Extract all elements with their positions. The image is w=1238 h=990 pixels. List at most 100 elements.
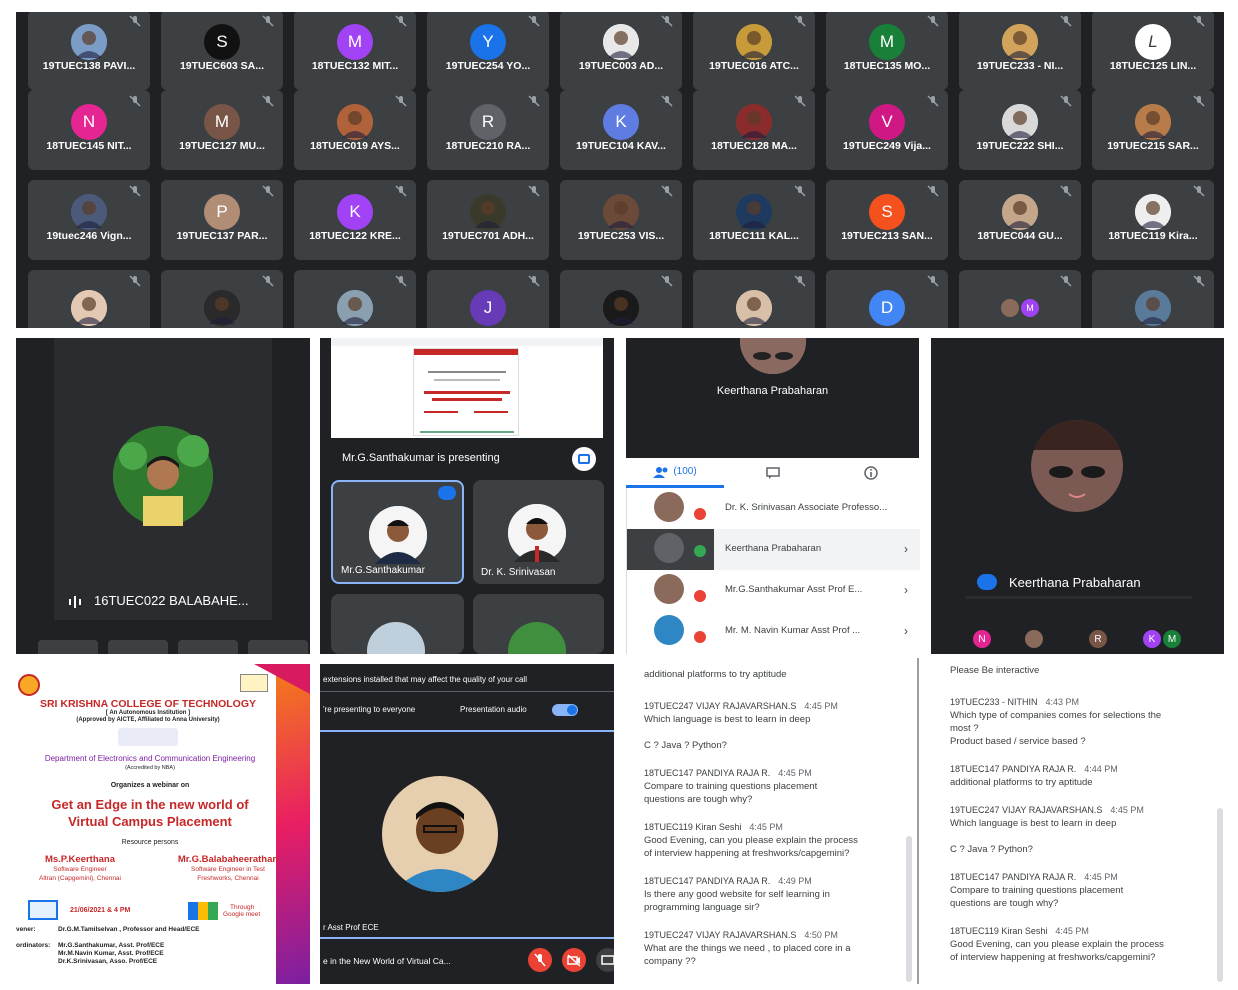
participant-tile[interactable]: V 19TUEC249 Vija...: [826, 90, 948, 170]
chevron-right-icon[interactable]: ›: [904, 542, 908, 556]
captions-icon: [601, 955, 614, 965]
chat-text: Which type of companies comes for select…: [950, 710, 1162, 721]
participant-tile[interactable]: M 18TUEC132 MIT...: [294, 12, 416, 90]
participant-tile[interactable]: 18TUEC119 Kira...: [1092, 180, 1214, 260]
participant-tile[interactable]: S 19TUEC213 SAN...: [826, 180, 948, 260]
participant-tile[interactable]: S 19TUEC603 SA...: [161, 12, 283, 90]
participant-tile[interactable]: M 18TUEC135 MO...: [826, 12, 948, 90]
participant-tile[interactable]: 18TUEC128 MA...: [693, 90, 815, 170]
tile-santhakumar[interactable]: Mr.G.Santhakumar: [331, 480, 464, 584]
participant-tile[interactable]: N 18TUEC145 NIT...: [28, 90, 150, 170]
participant-tile[interactable]: 18TUEC044 GU...: [959, 180, 1081, 260]
presentation-audio-toggle[interactable]: [552, 704, 578, 716]
chevron-right-icon[interactable]: ›: [904, 624, 908, 638]
info-tab[interactable]: [822, 458, 920, 488]
people-row[interactable]: Keerthana Prabaharan ›: [626, 529, 920, 570]
participant-tile[interactable]: 18TUEC019 AYS...: [294, 90, 416, 170]
warning-banner: extensions installed that may affect the…: [323, 675, 527, 684]
participant-name: 19TUEC213 SAN...: [841, 230, 933, 242]
chat-sender: 19TUEC247 VIJAY RAJAVARSHAN.S: [644, 701, 797, 711]
chat-message: 18TUEC147 PANDIYA RAJA R. 4:49 PM Is there…: [644, 875, 906, 914]
mic-off-button[interactable]: [528, 948, 552, 972]
people-row[interactable]: Mr. M. Navin Kumar Asst Prof ... ›: [626, 611, 920, 652]
mic-muted-icon: [527, 94, 541, 108]
people-tab[interactable]: (100): [626, 458, 724, 488]
mini-r: R: [1089, 630, 1107, 648]
participant-initial-avatar: S: [204, 24, 240, 60]
participant-tile[interactable]: 19TUEC253 VIS...: [560, 180, 682, 260]
participant-tile[interactable]: 19TUEC003 AD...: [560, 12, 682, 90]
participant-tile[interactable]: K 19TUEC104 KAV...: [560, 90, 682, 170]
mic-muted-icon: [128, 274, 142, 288]
participant-tile[interactable]: 18TUEC111 KAL...: [693, 180, 815, 260]
participant-tile[interactable]: L 18TUEC125 LIN...: [1092, 12, 1214, 90]
chat-text: Good Evening, can you please explain the…: [950, 939, 1164, 950]
chat-message: 18TUEC147 PANDIYA RAJA R. 4:44 PM addition…: [950, 763, 1216, 789]
mic-muted-icon: [793, 274, 807, 288]
chat-tab[interactable]: [724, 458, 822, 488]
participant-photo: [1002, 24, 1038, 60]
fullscreen-button[interactable]: [572, 447, 596, 471]
chat-time: 4:43 PM: [1045, 697, 1080, 707]
mic-muted-icon: [1059, 94, 1073, 108]
participant-initial-avatar: L: [1135, 24, 1171, 60]
through-google-meet: Google meet: [223, 911, 261, 918]
participant-tile[interactable]: 19TUEC016 ATC...: [693, 12, 815, 90]
participant-tile[interactable]: [1092, 270, 1214, 328]
chat2-scrollbar[interactable]: [1217, 808, 1223, 982]
participant-tile[interactable]: D: [826, 270, 948, 328]
participant-name: 19TUEC137 PAR...: [176, 230, 268, 242]
participant-tile[interactable]: [560, 270, 682, 328]
mic-muted-icon: [128, 184, 142, 198]
chat1-messages: 19TUEC247 VIJAY RAJAVARSHAN.S 4:45 PM Whic…: [644, 700, 906, 983]
mic-muted-icon: [128, 14, 142, 28]
chat-message-header: 18TUEC147 PANDIYA RAJA R. 4:45 PM: [644, 767, 906, 780]
people-row[interactable]: Dr. K. Srinivasan Associate Professo...: [626, 488, 920, 529]
mic-muted-icon: [1059, 274, 1073, 288]
camera-off-button[interactable]: [562, 948, 586, 972]
presenting-label: 're presenting to everyone: [323, 705, 416, 714]
participant-name: 19TUEC003 AD...: [578, 60, 664, 72]
participant-photo: [603, 194, 639, 230]
participant-initial-avatar: Y: [470, 24, 506, 60]
participant-tile[interactable]: 19TUEC222 SHI...: [959, 90, 1081, 170]
tile-bottom-right[interactable]: [473, 594, 604, 654]
participant-tile[interactable]: 19TUEC215 SAR...: [1092, 90, 1214, 170]
participant-tile[interactable]: P 19TUEC137 PAR...: [161, 180, 283, 260]
chat-text: questions are tough why?: [950, 898, 1059, 909]
captions-button[interactable]: [596, 948, 614, 972]
participant-tile[interactable]: J: [427, 270, 549, 328]
participant-tile[interactable]: R 18TUEC210 RA...: [427, 90, 549, 170]
participant-tile[interactable]: [28, 270, 150, 328]
chevron-right-icon[interactable]: ›: [904, 583, 908, 597]
mini-n: N: [973, 630, 991, 648]
participant-tile[interactable]: 19TUEC701 ADH...: [427, 180, 549, 260]
participant-tile[interactable]: [294, 270, 416, 328]
participant-tile[interactable]: 19TUEC138 PAVI...: [28, 12, 150, 90]
participant-tile[interactable]: M47 others: [959, 270, 1081, 328]
chat-sender: 19TUEC247 VIJAY RAJAVARSHAN.S: [950, 805, 1103, 815]
participant-tile[interactable]: K 18TUEC122 KRE...: [294, 180, 416, 260]
people-row[interactable]: Mr.G.Santhakumar Asst Prof E... ›: [626, 570, 920, 611]
tile-bottom-left[interactable]: [331, 594, 464, 654]
participant-initial-avatar: M: [337, 24, 373, 60]
participant-tile[interactable]: M 19TUEC127 MU...: [161, 90, 283, 170]
people-panel: Keerthana Prabaharan (100) Dr. K. Sriniv…: [626, 338, 920, 654]
keerthana-top-name: Keerthana Prabaharan: [716, 385, 829, 397]
chat1-scrollbar[interactable]: [906, 836, 912, 982]
presenting-banner: Mr.G.Santhakumar is presenting: [342, 452, 500, 464]
participant-name: 19TUEC127 MU...: [179, 140, 265, 152]
speaker-avatar: [113, 426, 213, 526]
participant-photo: [71, 24, 107, 60]
participant-tile[interactable]: [693, 270, 815, 328]
tile-srinivasan[interactable]: Dr. K. Srinivasan: [473, 480, 604, 584]
participant-tile[interactable]: Y 19TUEC254 YO...: [427, 12, 549, 90]
participant-tile[interactable]: 19TUEC233 - NI...: [959, 12, 1081, 90]
participant-photo: [603, 290, 639, 326]
mic-muted-icon: [394, 274, 408, 288]
college-name: SRI KRISHNA COLLEGE OF TECHNOLOGY: [39, 698, 257, 710]
participant-photo: [603, 24, 639, 60]
participant-tile[interactable]: [161, 270, 283, 328]
chat-time: 4:45 PM: [1084, 872, 1118, 882]
participant-tile[interactable]: 19tuec246 Vign...: [28, 180, 150, 260]
